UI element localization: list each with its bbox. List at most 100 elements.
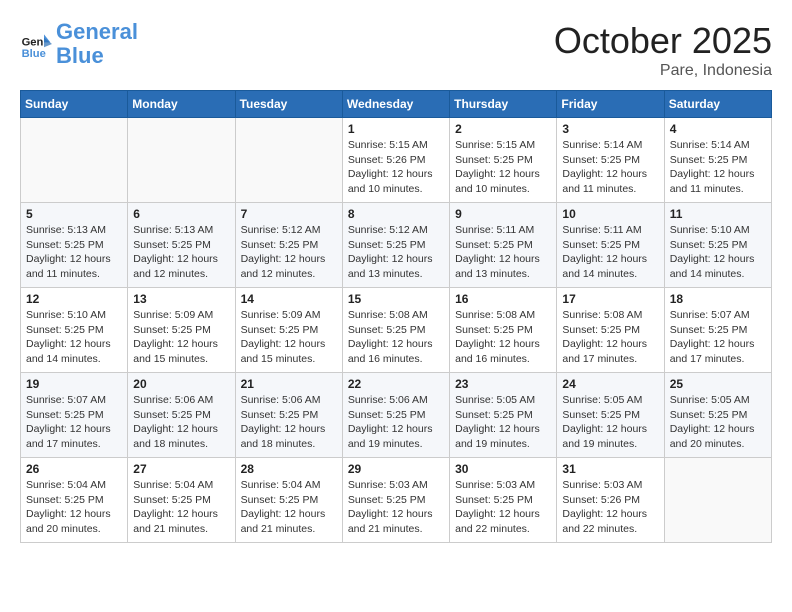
day-info: Sunrise: 5:06 AM Sunset: 5:25 PM Dayligh… — [133, 393, 229, 452]
day-cell — [128, 118, 235, 203]
day-number: 24 — [562, 377, 658, 391]
day-cell: 31Sunrise: 5:03 AM Sunset: 5:26 PM Dayli… — [557, 458, 664, 543]
day-cell: 23 Sunrise: 5:05 AM Sunset: 5:25 PM Dayli… — [450, 373, 557, 458]
day-cell: 13 Sunrise: 5:09 AM Sunset: 5:25 PM Dayli… — [128, 288, 235, 373]
day-cell: 19Sunrise: 5:07 AM Sunset: 5:25 PM Dayli… — [21, 373, 128, 458]
day-info: Sunrise: 5:03 AM Sunset: 5:25 PM Dayligh… — [455, 478, 551, 537]
weekday-header-saturday: Saturday — [664, 91, 771, 118]
day-cell: 3Sunrise: 5:14 AM Sunset: 5:25 PM Daylig… — [557, 118, 664, 203]
day-cell: 10 Sunrise: 5:11 AM Sunset: 5:25 PM Dayli… — [557, 203, 664, 288]
title-block: October 2025 Pare, Indonesia — [554, 20, 772, 80]
day-info: Sunrise: 5:13 AM Sunset: 5:25 PM Dayligh… — [133, 223, 229, 282]
day-number: 9 — [455, 207, 551, 221]
day-info: Sunrise: 5:06 AM Sunset: 5:25 PM Dayligh… — [241, 393, 337, 452]
day-info: Sunrise: 5:11 AM Sunset: 5:25 PM Dayligh… — [562, 223, 658, 282]
day-number: 18 — [670, 292, 766, 306]
day-info: Sunrise: 5:10 AM Sunset: 5:25 PM Dayligh… — [26, 308, 122, 367]
svg-text:Blue: Blue — [22, 48, 46, 60]
day-cell: 28 Sunrise: 5:04 AM Sunset: 5:25 PM Dayli… — [235, 458, 342, 543]
day-number: 17 — [562, 292, 658, 306]
day-cell: 14 Sunrise: 5:09 AM Sunset: 5:25 PM Dayli… — [235, 288, 342, 373]
day-cell: 30 Sunrise: 5:03 AM Sunset: 5:25 PM Dayli… — [450, 458, 557, 543]
day-number: 21 — [241, 377, 337, 391]
day-cell: 25 Sunrise: 5:05 AM Sunset: 5:25 PM Dayli… — [664, 373, 771, 458]
logo: Gen Blue GeneralBlue — [20, 20, 138, 68]
day-number: 15 — [348, 292, 444, 306]
month-title: October 2025 — [554, 20, 772, 62]
day-cell: 1 Sunrise: 5:15 AM Sunset: 5:26 PM Daylig… — [342, 118, 449, 203]
day-info: Sunrise: 5:07 AM Sunset: 5:25 PM Dayligh… — [26, 393, 122, 452]
day-cell: 4Sunrise: 5:14 AM Sunset: 5:25 PM Daylig… — [664, 118, 771, 203]
day-number: 10 — [562, 207, 658, 221]
day-info: Sunrise: 5:05 AM Sunset: 5:25 PM Dayligh… — [562, 393, 658, 452]
day-cell — [235, 118, 342, 203]
day-info: Sunrise: 5:07 AM Sunset: 5:25 PM Dayligh… — [670, 308, 766, 367]
day-cell: 16 Sunrise: 5:08 AM Sunset: 5:25 PM Dayli… — [450, 288, 557, 373]
day-number: 11 — [670, 207, 766, 221]
day-number: 5 — [26, 207, 122, 221]
day-number: 30 — [455, 462, 551, 476]
day-cell: 6Sunrise: 5:13 AM Sunset: 5:25 PM Daylig… — [128, 203, 235, 288]
day-cell: 9 Sunrise: 5:11 AM Sunset: 5:25 PM Daylig… — [450, 203, 557, 288]
day-cell: 2 Sunrise: 5:15 AM Sunset: 5:25 PM Daylig… — [450, 118, 557, 203]
day-cell: 29 Sunrise: 5:03 AM Sunset: 5:25 PM Dayli… — [342, 458, 449, 543]
day-number: 26 — [26, 462, 122, 476]
day-number: 7 — [241, 207, 337, 221]
day-cell: 11 Sunrise: 5:10 AM Sunset: 5:25 PM Dayli… — [664, 203, 771, 288]
day-number: 14 — [241, 292, 337, 306]
week-row-4: 19Sunrise: 5:07 AM Sunset: 5:25 PM Dayli… — [21, 373, 772, 458]
day-info: Sunrise: 5:10 AM Sunset: 5:25 PM Dayligh… — [670, 223, 766, 282]
day-number: 12 — [26, 292, 122, 306]
day-number: 16 — [455, 292, 551, 306]
day-number: 1 — [348, 122, 444, 136]
day-info: Sunrise: 5:05 AM Sunset: 5:25 PM Dayligh… — [455, 393, 551, 452]
logo-icon: Gen Blue — [20, 28, 52, 60]
day-number: 8 — [348, 207, 444, 221]
day-number: 20 — [133, 377, 229, 391]
day-cell: 8 Sunrise: 5:12 AM Sunset: 5:25 PM Daylig… — [342, 203, 449, 288]
day-cell: 27Sunrise: 5:04 AM Sunset: 5:25 PM Dayli… — [128, 458, 235, 543]
day-info: Sunrise: 5:04 AM Sunset: 5:25 PM Dayligh… — [26, 478, 122, 537]
day-info: Sunrise: 5:09 AM Sunset: 5:25 PM Dayligh… — [133, 308, 229, 367]
day-cell: 26 Sunrise: 5:04 AM Sunset: 5:25 PM Dayli… — [21, 458, 128, 543]
day-info: Sunrise: 5:06 AM Sunset: 5:25 PM Dayligh… — [348, 393, 444, 452]
weekday-header-wednesday: Wednesday — [342, 91, 449, 118]
weekday-header-friday: Friday — [557, 91, 664, 118]
day-info: Sunrise: 5:12 AM Sunset: 5:25 PM Dayligh… — [241, 223, 337, 282]
weekday-header-sunday: Sunday — [21, 91, 128, 118]
day-info: Sunrise: 5:08 AM Sunset: 5:25 PM Dayligh… — [455, 308, 551, 367]
day-number: 22 — [348, 377, 444, 391]
day-cell: 20 Sunrise: 5:06 AM Sunset: 5:25 PM Dayli… — [128, 373, 235, 458]
day-number: 23 — [455, 377, 551, 391]
week-row-5: 26 Sunrise: 5:04 AM Sunset: 5:25 PM Dayli… — [21, 458, 772, 543]
day-info: Sunrise: 5:15 AM Sunset: 5:25 PM Dayligh… — [455, 138, 551, 197]
day-cell — [21, 118, 128, 203]
day-number: 25 — [670, 377, 766, 391]
day-info: Sunrise: 5:05 AM Sunset: 5:25 PM Dayligh… — [670, 393, 766, 452]
day-info: Sunrise: 5:09 AM Sunset: 5:25 PM Dayligh… — [241, 308, 337, 367]
day-info: Sunrise: 5:13 AM Sunset: 5:25 PM Dayligh… — [26, 223, 122, 282]
day-cell: 24 Sunrise: 5:05 AM Sunset: 5:25 PM Dayli… — [557, 373, 664, 458]
day-info: Sunrise: 5:12 AM Sunset: 5:25 PM Dayligh… — [348, 223, 444, 282]
day-number: 29 — [348, 462, 444, 476]
day-info: Sunrise: 5:04 AM Sunset: 5:25 PM Dayligh… — [241, 478, 337, 537]
day-number: 13 — [133, 292, 229, 306]
location: Pare, Indonesia — [554, 62, 772, 80]
svg-text:Gen: Gen — [22, 37, 44, 49]
week-row-3: 12 Sunrise: 5:10 AM Sunset: 5:25 PM Dayli… — [21, 288, 772, 373]
day-info: Sunrise: 5:03 AM Sunset: 5:26 PM Dayligh… — [562, 478, 658, 537]
day-cell: 12 Sunrise: 5:10 AM Sunset: 5:25 PM Dayli… — [21, 288, 128, 373]
page-header: Gen Blue GeneralBlue October 2025 Pare, … — [20, 20, 772, 80]
day-info: Sunrise: 5:08 AM Sunset: 5:25 PM Dayligh… — [348, 308, 444, 367]
day-info: Sunrise: 5:11 AM Sunset: 5:25 PM Dayligh… — [455, 223, 551, 282]
day-info: Sunrise: 5:04 AM Sunset: 5:25 PM Dayligh… — [133, 478, 229, 537]
day-info: Sunrise: 5:03 AM Sunset: 5:25 PM Dayligh… — [348, 478, 444, 537]
day-info: Sunrise: 5:15 AM Sunset: 5:26 PM Dayligh… — [348, 138, 444, 197]
day-number: 4 — [670, 122, 766, 136]
week-row-1: 1 Sunrise: 5:15 AM Sunset: 5:26 PM Daylig… — [21, 118, 772, 203]
day-cell — [664, 458, 771, 543]
weekday-header-thursday: Thursday — [450, 91, 557, 118]
day-number: 2 — [455, 122, 551, 136]
day-number: 28 — [241, 462, 337, 476]
weekday-header-row: SundayMondayTuesdayWednesdayThursdayFrid… — [21, 91, 772, 118]
